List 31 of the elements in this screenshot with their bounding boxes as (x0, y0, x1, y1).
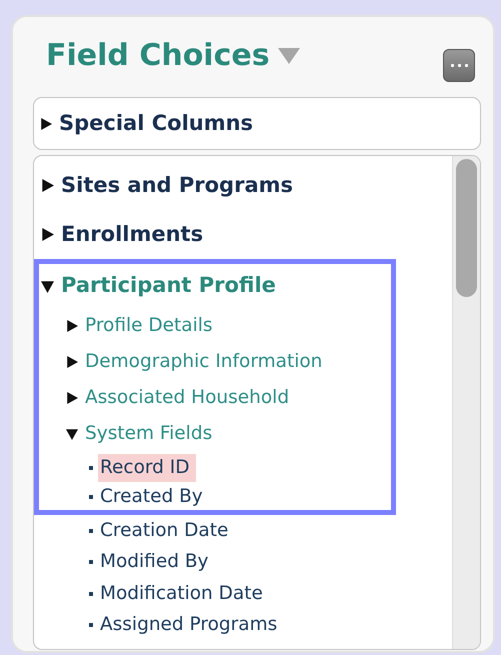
tree-item[interactable]: Profile Details (85, 312, 213, 340)
bullet-icon (89, 560, 93, 564)
collapsed-caret-icon[interactable] (40, 118, 52, 130)
tree-item[interactable]: Participant Profile (61, 270, 276, 302)
tree-item[interactable]: Associated Household (85, 384, 290, 412)
collapsed-caret-icon[interactable] (41, 179, 54, 192)
field-item[interactable]: Record ID (98, 454, 196, 482)
field-item[interactable]: Modification Date (98, 580, 269, 608)
panel-title: Field Choices (46, 41, 270, 71)
expanded-caret-icon[interactable] (41, 280, 54, 292)
scrollbar[interactable] (452, 156, 480, 649)
tree-item[interactable]: Demographic Information (85, 348, 322, 376)
field-item[interactable]: Creation Date (98, 516, 234, 545)
field-item[interactable]: Assigned Programs (98, 611, 284, 640)
collapsed-caret-icon[interactable] (66, 356, 78, 368)
collapsed-caret-icon[interactable] (41, 228, 54, 241)
tree-item[interactable]: Enrollments (61, 218, 204, 250)
field-item[interactable]: Created By (98, 482, 209, 511)
field-item[interactable]: Modified By (98, 548, 214, 576)
tree-item[interactable]: System Fields (85, 420, 212, 448)
collapsed-caret-icon[interactable] (66, 392, 78, 404)
bullet-icon (89, 466, 93, 470)
more-options-icon[interactable] (443, 49, 475, 82)
collapsed-caret-icon[interactable] (66, 320, 78, 332)
bullet-icon (89, 623, 93, 628)
bullet-icon (89, 528, 93, 533)
tree-item[interactable]: Sites and Programs (61, 170, 293, 202)
bullet-icon (89, 494, 93, 499)
bullet-icon (89, 592, 93, 596)
scrollbar-thumb[interactable] (456, 159, 477, 297)
expanded-caret-icon[interactable] (66, 428, 78, 440)
